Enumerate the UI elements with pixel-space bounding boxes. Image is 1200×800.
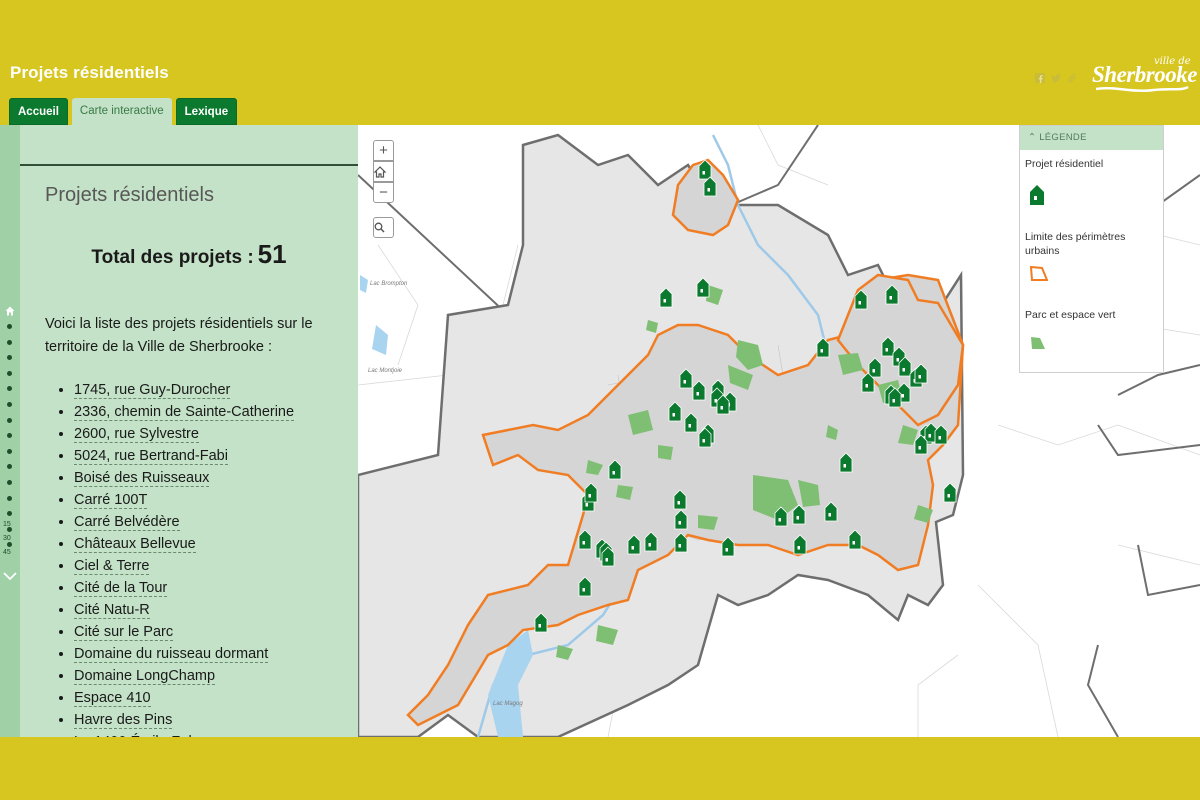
tab-carte-interactive[interactable]: Carte interactive [71, 98, 172, 126]
link-icon[interactable] [1067, 70, 1077, 83]
project-link[interactable]: Espace 410 [74, 690, 151, 707]
project-list-item[interactable]: Boisé des Ruisseaux [74, 467, 294, 489]
project-list-item[interactable]: 5024, rue Bertrand-Fabi [74, 445, 294, 467]
park-swatch-icon [1031, 337, 1045, 349]
project-link[interactable]: Cité Natu-R [74, 602, 150, 619]
sidebar-intro: Voici la liste des projets résidentiels … [45, 316, 313, 355]
project-link[interactable]: 2336, chemin de Sainte-Catherine [74, 404, 295, 421]
home-extent-button[interactable] [373, 161, 394, 182]
project-list-item[interactable]: Cité Natu-R [74, 599, 294, 621]
navigation-rail: 15 30 45 [0, 125, 20, 737]
project-link[interactable]: Domaine LongChamp [74, 668, 216, 685]
rail-dot[interactable] [7, 370, 12, 376]
project-link[interactable]: Carré Belvédère [74, 514, 180, 531]
lake-brompton [360, 275, 368, 293]
total-value: 51 [257, 239, 287, 269]
legend-label-projet: Projet résidentiel [1025, 158, 1104, 170]
project-link[interactable]: Cité sur le Parc [74, 624, 174, 641]
tab-bar: Accueil Carte interactive Lexique [9, 98, 238, 126]
rail-dot[interactable] [7, 324, 12, 329]
project-list-item[interactable]: Cité sur le Parc [74, 621, 294, 643]
sidebar-divider [20, 164, 358, 166]
rail-dot[interactable] [7, 433, 12, 439]
search-icon [374, 222, 385, 233]
project-link[interactable]: 5024, rue Bertrand-Fabi [74, 448, 228, 465]
total-label: Total des projets : [91, 247, 254, 268]
facebook-icon[interactable] [1035, 70, 1045, 83]
legend-header[interactable]: ⌃ LÉGENDE [1020, 126, 1163, 150]
rail-dot[interactable] [7, 511, 12, 517]
footer-band [0, 737, 1200, 800]
rail-dot[interactable] [7, 542, 12, 548]
rail-dot[interactable] [7, 355, 12, 361]
project-link[interactable]: Havre des Pins [74, 712, 173, 729]
rail-dot[interactable] [7, 448, 12, 454]
project-link[interactable]: 2600, rue Sylvestre [74, 426, 199, 443]
project-link[interactable]: Carré 100T [74, 492, 148, 509]
rail-number[interactable]: 15 [3, 521, 11, 528]
project-link[interactable]: 1745, rue Guy-Durocher [74, 382, 231, 399]
social-links [1035, 70, 1077, 83]
lac-montjoie-label: Lac Montjoie [368, 368, 403, 374]
project-list-item[interactable]: Châteaux Bellevue [74, 533, 294, 555]
map-legend: ⌃ LÉGENDE Projet résidentiel Limite des … [1019, 125, 1164, 373]
project-total: Total des projets :51 [20, 239, 358, 270]
project-list-item[interactable]: Espace 410 [74, 687, 294, 709]
lac-brompton-label: Lac Brompton [370, 281, 408, 287]
project-list-item[interactable]: Domaine LongChamp [74, 665, 294, 687]
zoom-out-button[interactable]: − [373, 182, 394, 203]
rail-dot[interactable] [7, 480, 12, 485]
rail-number[interactable]: 45 [3, 549, 11, 556]
project-link[interactable]: Ciel & Terre [74, 558, 150, 575]
project-list-item[interactable]: Carré Belvédère [74, 511, 294, 533]
twitter-icon[interactable] [1051, 70, 1061, 83]
project-list-item[interactable]: 2336, chemin de Sainte-Catherine [74, 401, 295, 423]
logo-swoosh-icon [1095, 86, 1189, 92]
project-link[interactable]: Cité de la Tour [74, 580, 168, 597]
project-sidebar: Projets résidentiels Total des projets :… [20, 125, 358, 737]
search-button[interactable] [373, 217, 394, 238]
logo-sherbrooke: Sherbrooke [1092, 62, 1197, 87]
rail-dot[interactable] [7, 402, 12, 407]
lake-montjoie [372, 325, 388, 355]
sherbrooke-logo[interactable]: ville de Sherbrooke [1092, 56, 1197, 96]
project-link[interactable]: Boisé des Ruisseaux [74, 470, 210, 487]
rail-dot[interactable] [7, 417, 12, 423]
home-icon[interactable] [5, 306, 15, 316]
tab-accueil[interactable]: Accueil [9, 98, 68, 125]
project-link[interactable]: Domaine du ruisseau dormant [74, 646, 269, 663]
rail-number[interactable]: 30 [3, 535, 11, 542]
legend-header-label: LÉGENDE [1039, 132, 1087, 143]
project-list-item[interactable]: Ciel & Terre [74, 555, 294, 577]
rail-dot[interactable] [7, 495, 12, 501]
interactive-map[interactable]: Lac Brompton Lac Montjoie Lac Magog + − … [358, 125, 1200, 737]
home-icon [374, 166, 386, 178]
lac-magog-label: Lac Magog [493, 701, 523, 707]
app-title: Projets résidentiels [10, 63, 169, 82]
perimeter-swatch-icon [1030, 266, 1048, 281]
project-list-item[interactable]: Carré 100T [74, 489, 294, 511]
legend-chevron-icon: ⌃ [1028, 132, 1040, 143]
project-list-item[interactable]: 1745, rue Guy-Durocher [74, 379, 294, 401]
house-marker-icon [1030, 185, 1044, 205]
rail-dot[interactable] [7, 464, 12, 470]
project-list-item[interactable]: Havre des Pins [74, 709, 294, 731]
project-list-item[interactable]: Cité de la Tour [74, 577, 294, 599]
project-list-item[interactable]: 2600, rue Sylvestre [74, 423, 294, 445]
project-list-item[interactable]: Domaine du ruisseau dormant [74, 643, 294, 665]
legend-label-parc: Parc et espace vert [1025, 309, 1116, 321]
chevron-down-icon[interactable] [3, 571, 17, 581]
zoom-in-button[interactable]: + [373, 140, 394, 161]
sidebar-heading: Projets résidentiels [45, 184, 214, 206]
rail-dot[interactable] [7, 339, 12, 345]
legend-label-perimetre: Limite des périmètres urbains [1025, 231, 1126, 257]
rail-dot[interactable] [7, 386, 12, 392]
project-link[interactable]: Châteaux Bellevue [74, 536, 196, 553]
tab-lexique[interactable]: Lexique [175, 98, 238, 125]
project-list: 1745, rue Guy-Durocher 2336, chemin de Sa… [50, 379, 295, 737]
